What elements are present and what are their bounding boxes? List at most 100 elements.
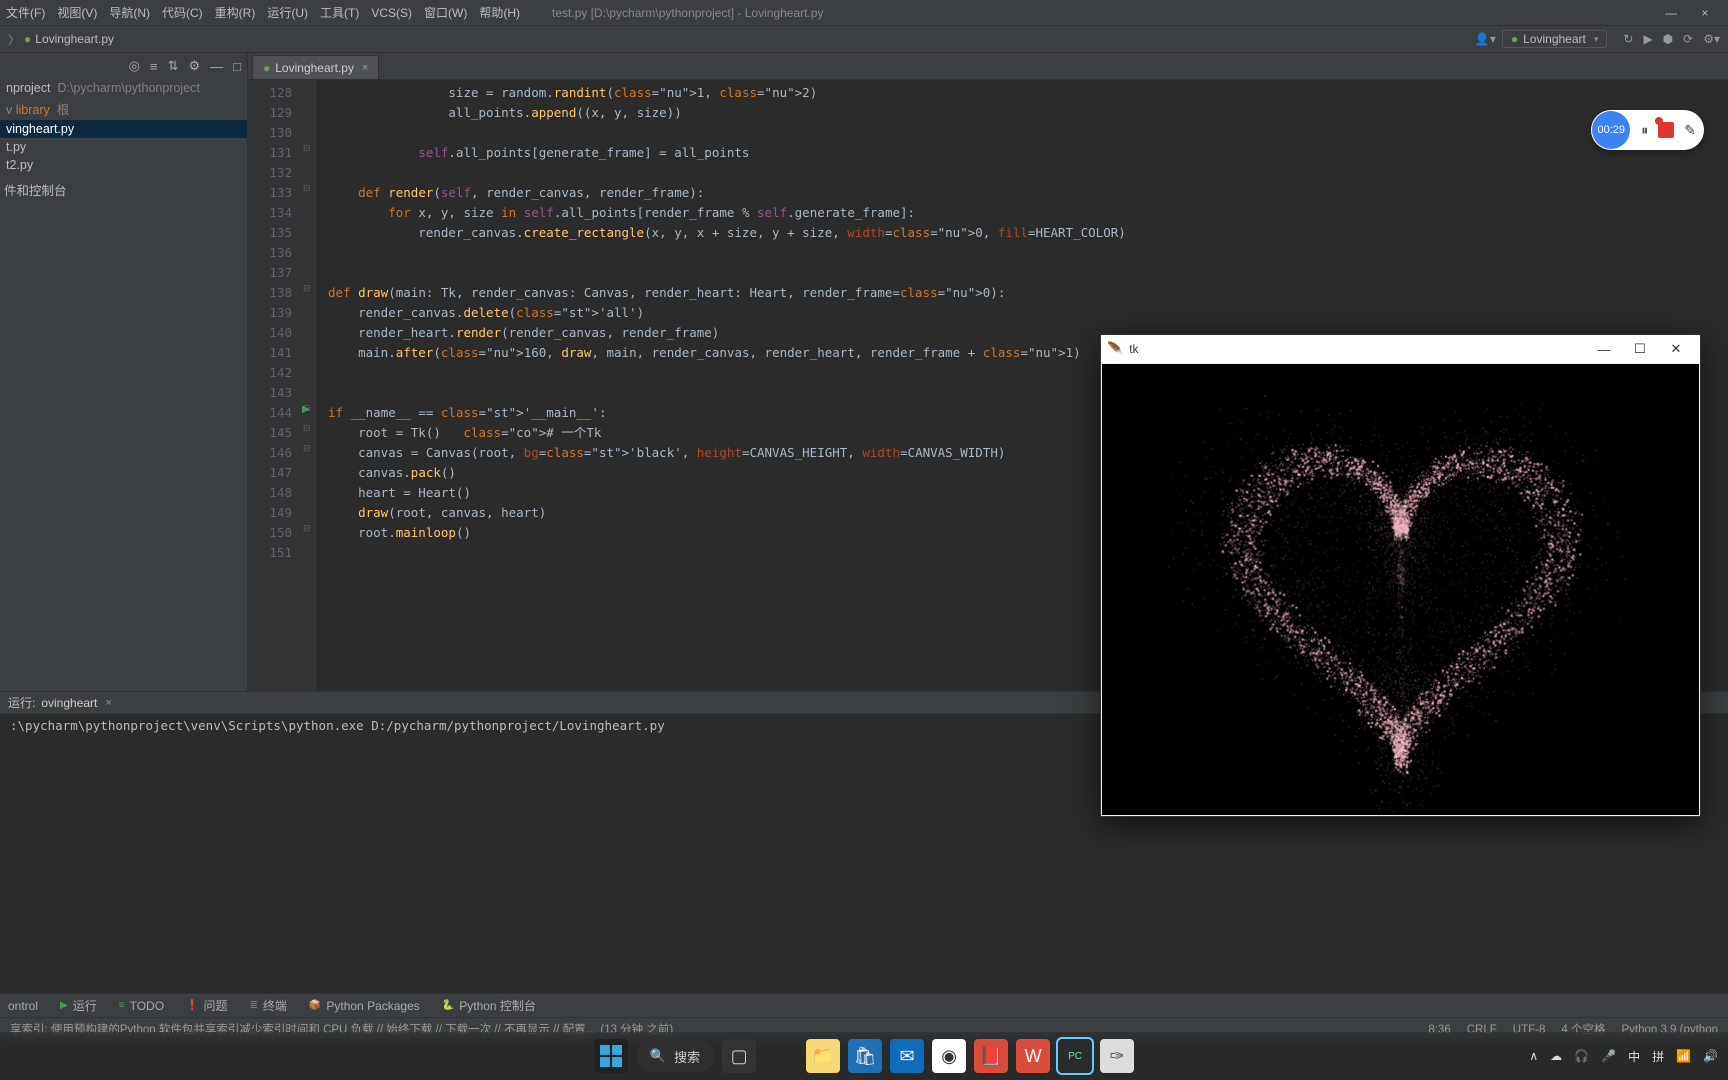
- run-label: 运行:: [8, 694, 35, 711]
- menu-bar: 文件(F) 视图(V) 导航(N) 代码(C) 重构(R) 运行(U) 工具(T) VCS(S…: [0, 0, 1728, 26]
- menu-item[interactable]: 导航(N): [109, 6, 150, 20]
- window-title: test.py [D:\pycharm\pythonproject] - Lov…: [552, 6, 823, 20]
- toolbar-icon[interactable]: ⬢: [1663, 32, 1673, 46]
- tree-file[interactable]: t2.py: [0, 156, 247, 174]
- system-tray[interactable]: ∧ ☁ 🎧 🎤 中拼 📶 🔊: [1529, 1048, 1718, 1065]
- windows-taskbar[interactable]: 🔍搜索▢ 📁🛍✉◉📕WPC✑ ∧ ☁ 🎧 🎤 中拼 📶 🔊: [0, 1032, 1728, 1080]
- fold-gutter[interactable]: ⊟⊟⊟⊟▶⊟⊟⊟: [300, 80, 316, 691]
- tk-maximize-button[interactable]: ☐: [1622, 341, 1658, 357]
- toolbar-icon[interactable]: ▶: [1643, 32, 1652, 46]
- start-button[interactable]: [594, 1039, 628, 1073]
- tray-icon[interactable]: ☁: [1550, 1049, 1562, 1063]
- taskbar-app-chrome[interactable]: ◉: [932, 1039, 966, 1073]
- cursor-icon: [1655, 117, 1663, 125]
- python-file-icon: ●: [24, 32, 31, 46]
- bottom-tab[interactable]: ontrol: [8, 999, 38, 1013]
- project-sidebar: ◎ ≡ ⇅ ⚙ — □ nproject D:\pycharm\pythonproject…: [0, 53, 248, 691]
- run-config-selector[interactable]: ● Lovingheart ▾: [1502, 30, 1608, 48]
- taskbar-app-red1[interactable]: 📕: [974, 1039, 1008, 1073]
- tree-file[interactable]: vingheart.py: [0, 120, 247, 138]
- menu-item[interactable]: 视图(V): [57, 6, 97, 20]
- sidebar-tool-icon[interactable]: —: [210, 59, 223, 74]
- stop-button[interactable]: [1658, 122, 1674, 138]
- sidebar-tool-icon[interactable]: ⚙: [188, 58, 200, 74]
- tray-icon[interactable]: 📶: [1676, 1049, 1691, 1063]
- minimize-button[interactable]: —: [1654, 6, 1688, 20]
- chevron-icon: 〉: [8, 31, 20, 48]
- tk-minimize-button[interactable]: —: [1586, 342, 1622, 357]
- tk-titlebar[interactable]: 🪶 tk — ☐ ✕: [1101, 335, 1700, 363]
- tk-output-window[interactable]: 🪶 tk — ☐ ✕: [1100, 334, 1701, 817]
- close-button[interactable]: ×: [1688, 6, 1722, 20]
- taskbar-search[interactable]: 🔍搜索: [636, 1040, 714, 1072]
- record-timer: 00:29: [1592, 111, 1630, 149]
- python-file-icon: ●: [263, 61, 270, 75]
- python-icon: ●: [1511, 32, 1518, 46]
- run-close-icon[interactable]: ×: [105, 697, 111, 709]
- project-path: D:\pycharm\pythonproject: [57, 81, 199, 95]
- toolbar-icon[interactable]: ↻: [1623, 32, 1633, 46]
- bottom-tab[interactable]: 🐍Python 控制台: [442, 997, 536, 1014]
- sidebar-tool-icon[interactable]: ≡: [150, 59, 158, 74]
- sidebar-tool-icon[interactable]: ◎: [129, 58, 140, 74]
- bottom-tab[interactable]: ≣终端: [250, 997, 287, 1014]
- bottom-tab[interactable]: 📦Python Packages: [309, 999, 420, 1013]
- taskbar-app-mail[interactable]: ✉: [890, 1039, 924, 1073]
- nav-bar: 〉 ● Lovingheart.py 👤▾ ● Lovingheart ▾ ↻ ▶…: [0, 26, 1728, 53]
- tray-icon[interactable]: 🔊: [1703, 1049, 1718, 1063]
- search-icon: 🔍: [650, 1048, 666, 1064]
- tab-label: Lovingheart.py: [275, 61, 354, 75]
- tree-ext-libs[interactable]: 件和控制台: [0, 178, 247, 201]
- toolbar-icon[interactable]: ⚙▾: [1703, 32, 1720, 46]
- run-config-name: Lovingheart: [1523, 32, 1586, 46]
- menu-item[interactable]: 文件(F): [6, 6, 45, 20]
- dropdown-icon: ▾: [1594, 34, 1599, 45]
- user-button[interactable]: 👤▾: [1475, 32, 1496, 46]
- tray-icon[interactable]: 中: [1628, 1048, 1640, 1065]
- edit-button[interactable]: ✎: [1684, 122, 1696, 139]
- taskbar-app-wps[interactable]: W: [1016, 1039, 1050, 1073]
- taskbar-app-feather[interactable]: ✑: [1100, 1039, 1134, 1073]
- tab-close-icon[interactable]: ×: [362, 62, 368, 74]
- menu-item[interactable]: 窗口(W): [424, 6, 467, 20]
- sidebar-tool-icon[interactable]: □: [233, 59, 241, 74]
- tray-icon[interactable]: ∧: [1529, 1049, 1538, 1063]
- taskbar-app-edge[interactable]: [764, 1039, 798, 1073]
- editor-tab[interactable]: ● Lovingheart.py ×: [252, 55, 379, 79]
- sidebar-tool-icon[interactable]: ⇅: [168, 58, 179, 74]
- menu-item[interactable]: 运行(U): [267, 6, 308, 20]
- bottom-tab[interactable]: ▶运行: [60, 997, 97, 1014]
- breadcrumb-file[interactable]: Lovingheart.py: [35, 32, 114, 46]
- tk-close-button[interactable]: ✕: [1658, 341, 1694, 357]
- menu-item[interactable]: 帮助(H): [479, 6, 520, 20]
- pause-button[interactable]: ⏸: [1641, 122, 1648, 139]
- tk-title-text: tk: [1129, 342, 1138, 356]
- tree-project-root[interactable]: nproject D:\pycharm\pythonproject: [0, 79, 247, 97]
- taskbar-app-taskview[interactable]: ▢: [722, 1039, 756, 1073]
- run-config-display: ovingheart: [41, 696, 97, 710]
- menu-item[interactable]: 重构(R): [215, 6, 256, 20]
- project-tree[interactable]: nproject D:\pycharm\pythonproject v libr…: [0, 79, 247, 691]
- project-name: nproject: [6, 81, 50, 95]
- screen-recorder-widget[interactable]: 00:29 ⏸ ✎: [1591, 110, 1704, 150]
- tk-icon: 🪶: [1107, 341, 1123, 357]
- heart-canvas: [1102, 364, 1699, 815]
- line-number-gutter: 128 129 130 131 132 133 134 135 136 137 …: [248, 80, 300, 691]
- bottom-tab[interactable]: ❗问题: [186, 997, 227, 1014]
- lib-label: library: [16, 103, 50, 117]
- sidebar-toolbar: ◎ ≡ ⇅ ⚙ — □: [0, 53, 247, 79]
- toolbar-icon[interactable]: ⟳: [1683, 32, 1693, 46]
- tray-icon[interactable]: 拼: [1652, 1048, 1664, 1065]
- menu-item[interactable]: 工具(T): [320, 6, 359, 20]
- menu-item[interactable]: VCS(S): [371, 6, 412, 20]
- menu-item[interactable]: 代码(C): [162, 6, 203, 20]
- bottom-tab[interactable]: ≡TODO: [119, 999, 164, 1013]
- tree-lib[interactable]: v library 根: [0, 97, 247, 120]
- lib-hint: 根: [57, 103, 70, 117]
- tray-icon[interactable]: 🎤: [1601, 1049, 1616, 1063]
- taskbar-app-explorer[interactable]: 📁: [806, 1039, 840, 1073]
- tray-icon[interactable]: 🎧: [1574, 1049, 1589, 1063]
- taskbar-app-pycharm[interactable]: PC: [1058, 1039, 1092, 1073]
- taskbar-app-store[interactable]: 🛍: [848, 1039, 882, 1073]
- tree-file[interactable]: t.py: [0, 138, 247, 156]
